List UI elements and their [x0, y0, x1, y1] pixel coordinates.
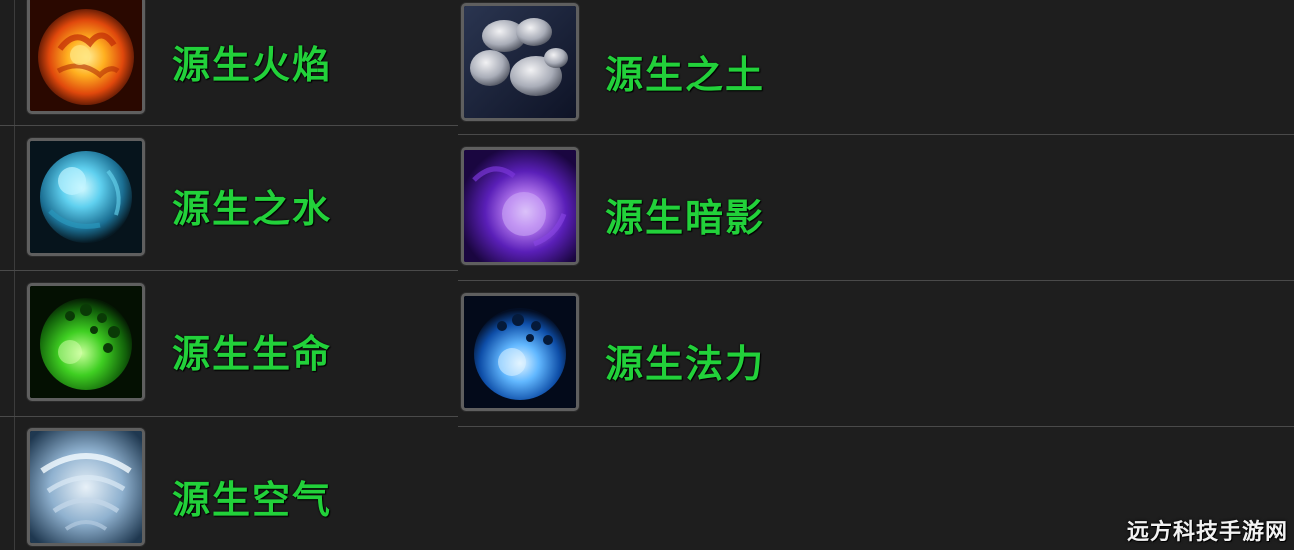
- row-divider: [458, 426, 1294, 427]
- item-row-shadow[interactable]: 源生暗影: [458, 135, 1294, 281]
- item-name-label: 源生之土: [605, 53, 766, 97]
- item-row-air[interactable]: 源生空气: [0, 417, 458, 550]
- item-name-label: 源生空气: [172, 478, 333, 522]
- item-name-label: 源生暗影: [605, 196, 766, 240]
- air-swirl-icon: [27, 428, 145, 546]
- earth-rocks-icon: [461, 3, 579, 121]
- water-orb-icon: [27, 138, 145, 256]
- right-item-list: 源生之土 源生暗影 源生法力: [458, 0, 1294, 550]
- left-item-list: 源生火焰 源生之水 源生生命 源生空气: [0, 0, 458, 550]
- item-row-mana[interactable]: 源生法力: [458, 281, 1294, 427]
- shadow-orb-icon: [461, 147, 579, 265]
- item-row-earth[interactable]: 源生之土: [458, 0, 1294, 135]
- watermark: 远方科技手游网: [1126, 520, 1288, 545]
- mana-orb-icon: [461, 293, 579, 411]
- item-row-life[interactable]: 源生生命: [0, 271, 458, 417]
- item-name-label: 源生火焰: [172, 43, 333, 87]
- item-row-water[interactable]: 源生之水: [0, 126, 458, 271]
- fire-orb-icon: [27, 0, 145, 114]
- item-name-label: 源生之水: [172, 187, 333, 231]
- item-name-label: 源生生命: [172, 332, 333, 376]
- item-row-fire[interactable]: 源生火焰: [0, 0, 458, 126]
- life-orb-icon: [27, 283, 145, 401]
- item-name-label: 源生法力: [605, 342, 766, 386]
